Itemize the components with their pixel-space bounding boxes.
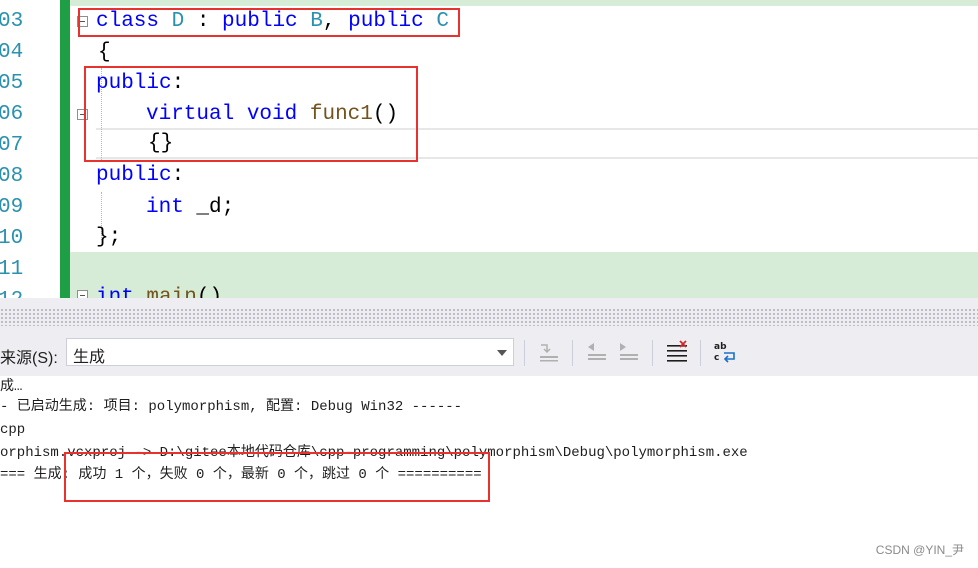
previous-message-button[interactable] [584,339,610,365]
line-number: 05 [0,72,24,95]
current-line-highlight [96,128,978,159]
output-pane[interactable]: 成… - 已启动生成: 项目: polymorphism, 配置: Debug … [0,376,978,568]
line-number: 06 [0,103,24,126]
show-output-from-label: 来源(S): [0,350,58,367]
code-line-10: }; [96,226,122,249]
previous-message-icon [588,343,606,360]
toolbar-separator [700,340,701,366]
output-line: cpp [0,422,26,438]
clear-all-icon [667,340,687,362]
code-line-09: int _d; [146,196,235,219]
output-source-dropdown[interactable]: 生成 [66,338,514,366]
line-number: 07 [0,134,24,157]
line-number: 03 [0,10,24,33]
line-number: 04 [0,41,24,64]
output-toolbar: 来源(S): 生成 ab c [0,326,978,376]
code-line-04: { [98,41,111,64]
code-line-12: int main() [96,286,223,298]
output-line: - 已启动生成: 项目: polymorphism, 配置: Debug Win… [0,399,463,415]
chevron-down-icon [497,350,507,356]
output-line: orphism.vcxproj -> D:\gitee本地代码仓库\cpp-pr… [0,445,748,461]
code-line-07: {} [148,132,174,155]
line-number: 08 [0,165,24,188]
code-area[interactable]: class D : public B, public C { public: v… [70,0,978,298]
fold-toggle-icon[interactable] [77,16,88,27]
code-editor[interactable]: 03 04 05 06 07 08 09 10 11 12 class D : … [0,0,978,298]
watermark: CSDN @YIN_尹 [875,543,964,557]
code-line-03: class D : public B, public C [96,10,449,33]
fold-toggle-icon[interactable] [77,109,88,120]
line-number: 12 [0,285,60,298]
output-line: 成… [0,379,23,395]
output-line: === 生成: 成功 1 个，失败 0 个，最新 0 个，跳过 0 个 ====… [0,467,482,483]
svg-text:c: c [714,353,719,363]
line-number-gutter: 03 04 05 06 07 08 09 10 11 12 [0,0,60,298]
svg-text:ab: ab [714,342,727,352]
change-tracking-bar [60,0,70,298]
clear-all-button[interactable] [664,339,690,365]
line-number: 11 [0,258,24,281]
toolbar-separator [652,340,653,366]
code-line-06: virtual void func1() [146,103,399,126]
code-line-05: public: [96,72,185,95]
word-wrap-icon: ab c [714,342,735,363]
panel-splitter[interactable] [0,298,978,326]
next-message-button[interactable] [616,339,642,365]
toolbar-separator [524,340,525,366]
line-number: 10 [0,227,24,250]
line-number: 09 [0,196,24,219]
fold-toggle-icon[interactable] [77,290,88,298]
output-source-value: 生成 [73,349,106,366]
word-wrap-button[interactable]: ab c [712,339,738,365]
go-to-line-icon [540,344,558,362]
toolbar-separator [572,340,573,366]
code-line-08: public: [96,164,185,187]
next-message-icon [620,343,638,360]
go-to-line-button[interactable] [536,339,562,365]
